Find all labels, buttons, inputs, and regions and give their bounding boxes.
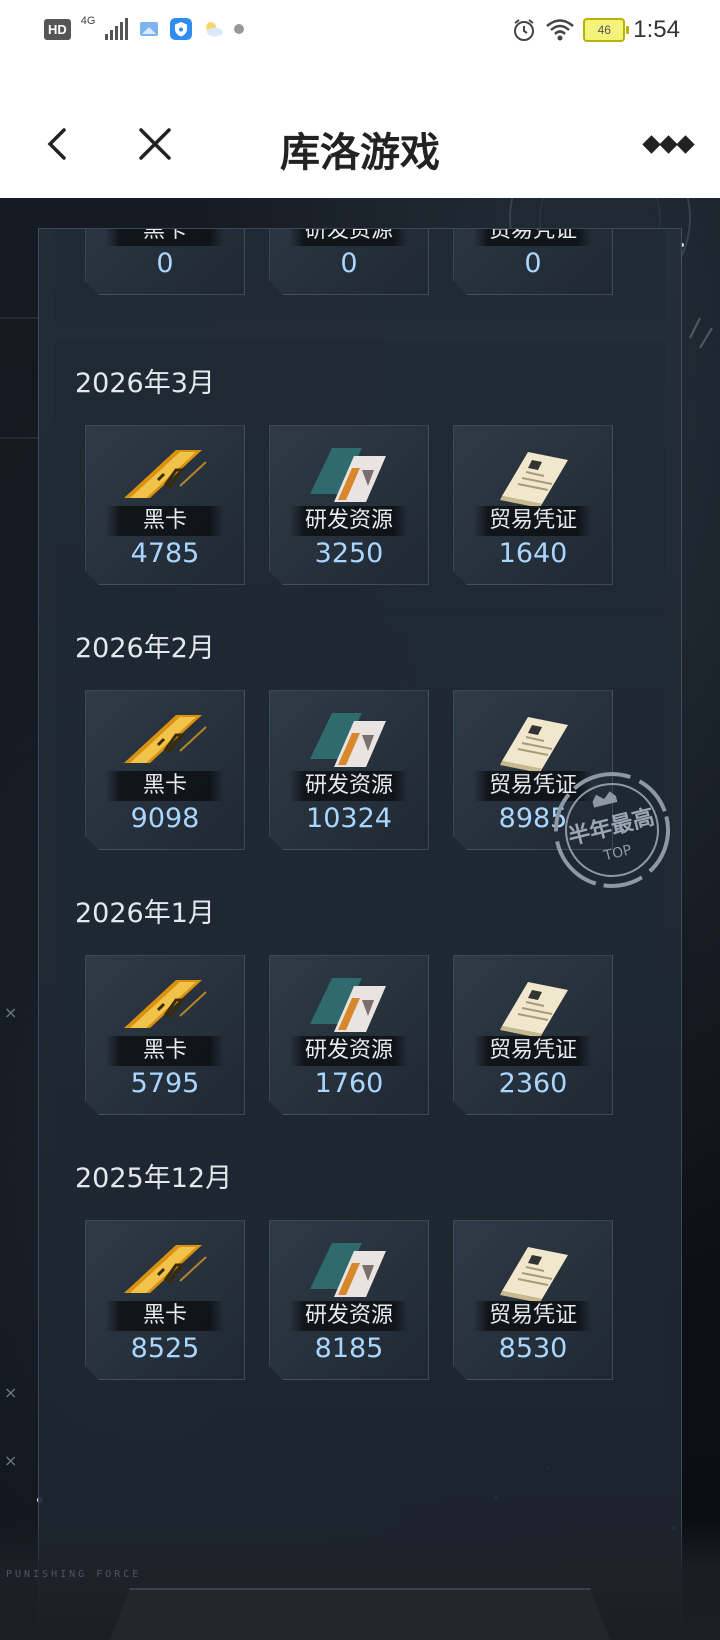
gold-bar-card-icon <box>120 705 210 777</box>
resource-card: 研发资源 3250 <box>269 425 429 585</box>
resource-label: 贸易凭证 <box>474 1036 592 1066</box>
month-block: 2025年12月 黑卡 8525 研发资源 8185 贸易凭证 8530 <box>55 1136 665 1406</box>
resource-label: 研发资源 <box>290 1301 408 1331</box>
battery-icon: 46 <box>583 18 630 42</box>
resource-value: 1640 <box>498 538 568 569</box>
alarm-icon <box>514 19 535 41</box>
research-resource-card-icon <box>304 1235 394 1307</box>
trade-voucher-document-icon <box>488 440 578 512</box>
notification-dot-icon <box>234 24 245 34</box>
resource-value: 1760 <box>314 1068 384 1099</box>
gold-bar-card-icon <box>120 440 210 512</box>
resource-card: 黑卡 8525 <box>85 1220 245 1380</box>
resource-value: 3250 <box>314 538 384 569</box>
resource-value: 8185 <box>314 1333 384 1364</box>
gold-bar-card-icon <box>120 970 210 1042</box>
research-resource-card-icon <box>304 970 394 1042</box>
gold-bar-card-icon <box>120 1235 210 1307</box>
resource-label: 贸易凭证 <box>474 506 592 536</box>
resource-card: 研发资源 1760 <box>269 955 429 1115</box>
month-title: 2026年1月 <box>75 898 215 929</box>
page-title: 库洛游戏 <box>280 130 440 176</box>
resource-value: 9098 <box>130 803 200 834</box>
resource-value: 2360 <box>498 1068 568 1099</box>
research-resource-card-icon <box>304 705 394 777</box>
resource-value: 4785 <box>130 538 200 569</box>
stamp-sub: TOP <box>601 842 633 865</box>
resource-label: 研发资源 <box>290 229 408 246</box>
hd-badge: HD <box>44 18 71 40</box>
resource-history-panel[interactable]: 黑卡 0 研发资源 0 贸易凭证 0 2026年3月 黑卡 4785 研发资源 3250 贸易凭证 1… <box>38 228 682 1622</box>
svg-text:×: × <box>4 1451 17 1470</box>
svg-text:×: × <box>4 1003 17 1022</box>
network-type: 4G <box>80 15 96 27</box>
month-block-partial: 黑卡 0 研发资源 0 贸易凭证 0 <box>55 229 665 321</box>
resource-card: 黑卡 5795 <box>85 955 245 1115</box>
resource-label: 黑卡 <box>106 771 224 801</box>
weather-icon <box>206 22 224 37</box>
trade-voucher-document-icon <box>488 970 578 1042</box>
month-block: 2026年1月 黑卡 5795 研发资源 1760 贸易凭证 2360 <box>55 871 665 1141</box>
resource-card: 研发资源 8185 <box>269 1220 429 1380</box>
trade-voucher-document-icon <box>488 705 578 777</box>
more-menu-icon[interactable] <box>642 135 695 154</box>
month-title: 2026年3月 <box>75 368 215 399</box>
resource-label: 黑卡 <box>106 1036 224 1066</box>
resource-label: 贸易凭证 <box>474 229 592 246</box>
resource-card: 贸易凭证 0 <box>453 229 613 295</box>
footer-plate <box>110 1588 610 1640</box>
clock: 1:54 <box>633 16 680 43</box>
resource-card: 研发资源 0 <box>269 229 429 295</box>
month-title: 2025年12月 <box>75 1163 233 1194</box>
stamp-text: 半年最高 <box>565 804 657 851</box>
shield-app-icon <box>170 18 193 40</box>
resource-label: 贸易凭证 <box>474 1301 592 1331</box>
resource-card: 黑卡 9098 <box>85 690 245 850</box>
game-viewport: × × × 黑卡 0 研发资源 0 贸易凭证 0 2026年3月 黑卡 4785 研发资源 325… <box>0 198 720 1640</box>
resource-value: 0 <box>156 248 174 279</box>
resource-label: 黑卡 <box>106 229 224 246</box>
signal-icon <box>105 18 129 40</box>
resource-value: 5795 <box>130 1068 200 1099</box>
resource-card: 黑卡 0 <box>85 229 245 295</box>
resource-card: 黑卡 4785 <box>85 425 245 585</box>
wifi-icon <box>546 19 575 41</box>
resource-value: 8530 <box>498 1333 568 1364</box>
footer-decoration <box>0 1520 720 1640</box>
resource-value: 10324 <box>306 803 392 834</box>
resource-label: 黑卡 <box>106 506 224 536</box>
resource-label: 研发资源 <box>290 771 408 801</box>
resource-card: 研发资源 10324 <box>269 690 429 850</box>
resource-value: 8525 <box>130 1333 200 1364</box>
resource-label: 研发资源 <box>290 1036 408 1066</box>
title-bar: 库洛游戏 <box>0 66 720 198</box>
resource-value: 0 <box>524 248 542 279</box>
status-bar: HD 4G 46 1:54 <box>0 0 720 66</box>
research-resource-card-icon <box>304 440 394 512</box>
resource-card: 贸易凭证 1640 <box>453 425 613 585</box>
trade-voucher-document-icon <box>488 1235 578 1307</box>
resource-card: 贸易凭证 8530 <box>453 1220 613 1380</box>
resource-label: 研发资源 <box>290 506 408 536</box>
resource-label: 黑卡 <box>106 1301 224 1331</box>
message-app-icon <box>140 22 159 36</box>
month-block: 2026年3月 黑卡 4785 研发资源 3250 贸易凭证 1640 <box>55 341 665 611</box>
resource-value: 0 <box>340 248 358 279</box>
month-title: 2026年2月 <box>75 633 215 664</box>
svg-text:×: × <box>4 1383 17 1402</box>
brand-text: PUNISHING FORCE <box>6 1569 142 1580</box>
resource-card: 贸易凭证 2360 <box>453 955 613 1115</box>
